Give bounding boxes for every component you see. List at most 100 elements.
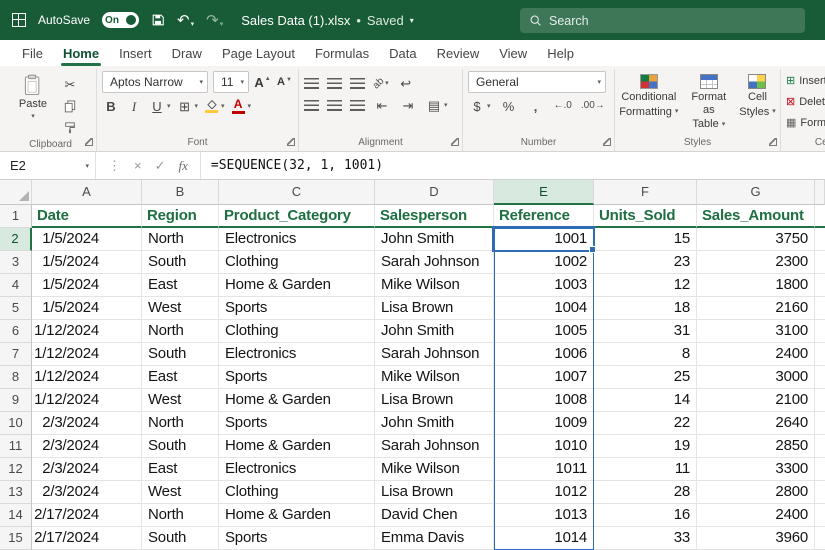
cell-A12[interactable]: 2/3/2024 bbox=[32, 458, 142, 481]
name-box[interactable]: E2 ▾ bbox=[0, 152, 96, 179]
row-header-14[interactable]: 14 bbox=[0, 504, 32, 527]
cell-D3[interactable]: Sarah Johnson bbox=[375, 251, 494, 274]
merge-center-button[interactable]: ▤ ▾ bbox=[425, 96, 448, 114]
wrap-text-button[interactable]: ↩ bbox=[397, 74, 415, 92]
cell-G13[interactable]: 2800 bbox=[697, 481, 815, 504]
paste-button[interactable]: Paste ▾ bbox=[10, 71, 56, 137]
cell-E13[interactable]: 1012 bbox=[494, 481, 594, 504]
cell-G8[interactable]: 3000 bbox=[697, 366, 815, 389]
row-header-8[interactable]: 8 bbox=[0, 366, 32, 389]
cell-C12[interactable]: Electronics bbox=[219, 458, 375, 481]
cell-C1[interactable]: Product_Category bbox=[219, 205, 375, 228]
row-header-12[interactable]: 12 bbox=[0, 458, 32, 481]
cell-D11[interactable]: Sarah Johnson bbox=[375, 435, 494, 458]
cell-B13[interactable]: West bbox=[142, 481, 219, 504]
cell-F2[interactable]: 15 bbox=[594, 228, 697, 251]
increase-font-size-button[interactable]: A ▲ bbox=[254, 73, 271, 91]
row-header-15[interactable]: 15 bbox=[0, 527, 32, 550]
comma-style-button[interactable]: , bbox=[527, 97, 545, 115]
cell-A3[interactable]: 1/5/2024 bbox=[32, 251, 142, 274]
cell-C8[interactable]: Sports bbox=[219, 366, 375, 389]
document-title[interactable]: Sales Data (1).xlsx • Saved ▾ bbox=[241, 13, 414, 28]
conditional-formatting-button[interactable]: Conditional Formatting ▾ bbox=[615, 71, 682, 135]
decrease-indent-button[interactable]: ⇤ bbox=[373, 96, 391, 114]
cell-B7[interactable]: South bbox=[142, 343, 219, 366]
cell-G11[interactable]: 2850 bbox=[697, 435, 815, 458]
cell-D9[interactable]: Lisa Brown bbox=[375, 389, 494, 412]
cell-A11[interactable]: 2/3/2024 bbox=[32, 435, 142, 458]
row-header-2[interactable]: 2 bbox=[0, 228, 32, 251]
align-top-icon[interactable] bbox=[304, 78, 319, 89]
cell-E1[interactable]: Reference bbox=[494, 205, 594, 228]
cell-G14[interactable]: 2400 bbox=[697, 504, 815, 527]
undo-button[interactable]: ↶ ▾ bbox=[177, 13, 194, 28]
cell-B15[interactable]: South bbox=[142, 527, 219, 550]
copy-button[interactable] bbox=[61, 97, 79, 115]
cell-B3[interactable]: South bbox=[142, 251, 219, 274]
font-name-select[interactable]: Aptos Narrow ▾ bbox=[102, 71, 208, 93]
cell-C9[interactable]: Home & Garden bbox=[219, 389, 375, 412]
row-header-7[interactable]: 7 bbox=[0, 343, 32, 366]
cell-C14[interactable]: Home & Garden bbox=[219, 504, 375, 527]
cell-D12[interactable]: Mike Wilson bbox=[375, 458, 494, 481]
number-dialog-launcher-icon[interactable] bbox=[603, 138, 611, 146]
cell-B2[interactable]: North bbox=[142, 228, 219, 251]
menu-tab-help[interactable]: Help bbox=[537, 40, 584, 66]
cell-C5[interactable]: Sports bbox=[219, 297, 375, 320]
cell-F6[interactable]: 31 bbox=[594, 320, 697, 343]
borders-button[interactable]: ⊞ ▾ bbox=[176, 97, 199, 115]
menu-tab-insert[interactable]: Insert bbox=[109, 40, 162, 66]
cell-F13[interactable]: 28 bbox=[594, 481, 697, 504]
cell-E7[interactable]: 1006 bbox=[494, 343, 594, 366]
cell-A2[interactable]: 1/5/2024 bbox=[32, 228, 142, 251]
column-header-F[interactable]: F bbox=[594, 180, 697, 205]
menu-tab-page-layout[interactable]: Page Layout bbox=[212, 40, 305, 66]
cell-F9[interactable]: 14 bbox=[594, 389, 697, 412]
cell-A7[interactable]: 1/12/2024 bbox=[32, 343, 142, 366]
cell-B6[interactable]: North bbox=[142, 320, 219, 343]
column-header-A[interactable]: A bbox=[32, 180, 142, 205]
cell-G3[interactable]: 2300 bbox=[697, 251, 815, 274]
row-header-13[interactable]: 13 bbox=[0, 481, 32, 504]
cell-D15[interactable]: Emma Davis bbox=[375, 527, 494, 550]
cell-D14[interactable]: David Chen bbox=[375, 504, 494, 527]
fill-color-button[interactable]: ▾ bbox=[203, 97, 225, 115]
cell-E12[interactable]: 1011 bbox=[494, 458, 594, 481]
cell-D5[interactable]: Lisa Brown bbox=[375, 297, 494, 320]
cell-E15[interactable]: 1014 bbox=[494, 527, 594, 550]
cell-F14[interactable]: 16 bbox=[594, 504, 697, 527]
cell-E11[interactable]: 1010 bbox=[494, 435, 594, 458]
cell-F12[interactable]: 11 bbox=[594, 458, 697, 481]
cell-F1[interactable]: Units_Sold bbox=[594, 205, 697, 228]
formula-input[interactable]: =SEQUENCE(32, 1, 1001) bbox=[201, 152, 383, 179]
cell-C2[interactable]: Electronics bbox=[219, 228, 375, 251]
cell-E4[interactable]: 1003 bbox=[494, 274, 594, 297]
row-header-5[interactable]: 5 bbox=[0, 297, 32, 320]
redo-button[interactable]: ↷ ▾ bbox=[206, 13, 223, 28]
cell-A9[interactable]: 1/12/2024 bbox=[32, 389, 142, 412]
cell-E3[interactable]: 1002 bbox=[494, 251, 594, 274]
cell-A13[interactable]: 2/3/2024 bbox=[32, 481, 142, 504]
autosave-toggle[interactable]: On bbox=[102, 12, 139, 28]
clipboard-dialog-launcher-icon[interactable] bbox=[85, 138, 93, 146]
cell-C13[interactable]: Clothing bbox=[219, 481, 375, 504]
cell-styles-button[interactable]: Cell Styles ▾ bbox=[735, 71, 779, 135]
italic-button[interactable]: I bbox=[125, 97, 143, 115]
menu-tab-data[interactable]: Data bbox=[379, 40, 426, 66]
row-header-6[interactable]: 6 bbox=[0, 320, 32, 343]
column-header-B[interactable]: B bbox=[142, 180, 219, 205]
cell-G7[interactable]: 2400 bbox=[697, 343, 815, 366]
cell-A4[interactable]: 1/5/2024 bbox=[32, 274, 142, 297]
row-header-11[interactable]: 11 bbox=[0, 435, 32, 458]
cell-C10[interactable]: Sports bbox=[219, 412, 375, 435]
orientation-button[interactable]: ab ▾ bbox=[373, 78, 389, 89]
cell-B1[interactable]: Region bbox=[142, 205, 219, 228]
cell-G12[interactable]: 3300 bbox=[697, 458, 815, 481]
save-button[interactable] bbox=[151, 13, 165, 27]
cell-F7[interactable]: 8 bbox=[594, 343, 697, 366]
cell-A15[interactable]: 2/17/2024 bbox=[32, 527, 142, 550]
bold-button[interactable]: B bbox=[102, 97, 120, 115]
cell-D1[interactable]: Salesperson bbox=[375, 205, 494, 228]
cell-F15[interactable]: 33 bbox=[594, 527, 697, 550]
cell-F10[interactable]: 22 bbox=[594, 412, 697, 435]
